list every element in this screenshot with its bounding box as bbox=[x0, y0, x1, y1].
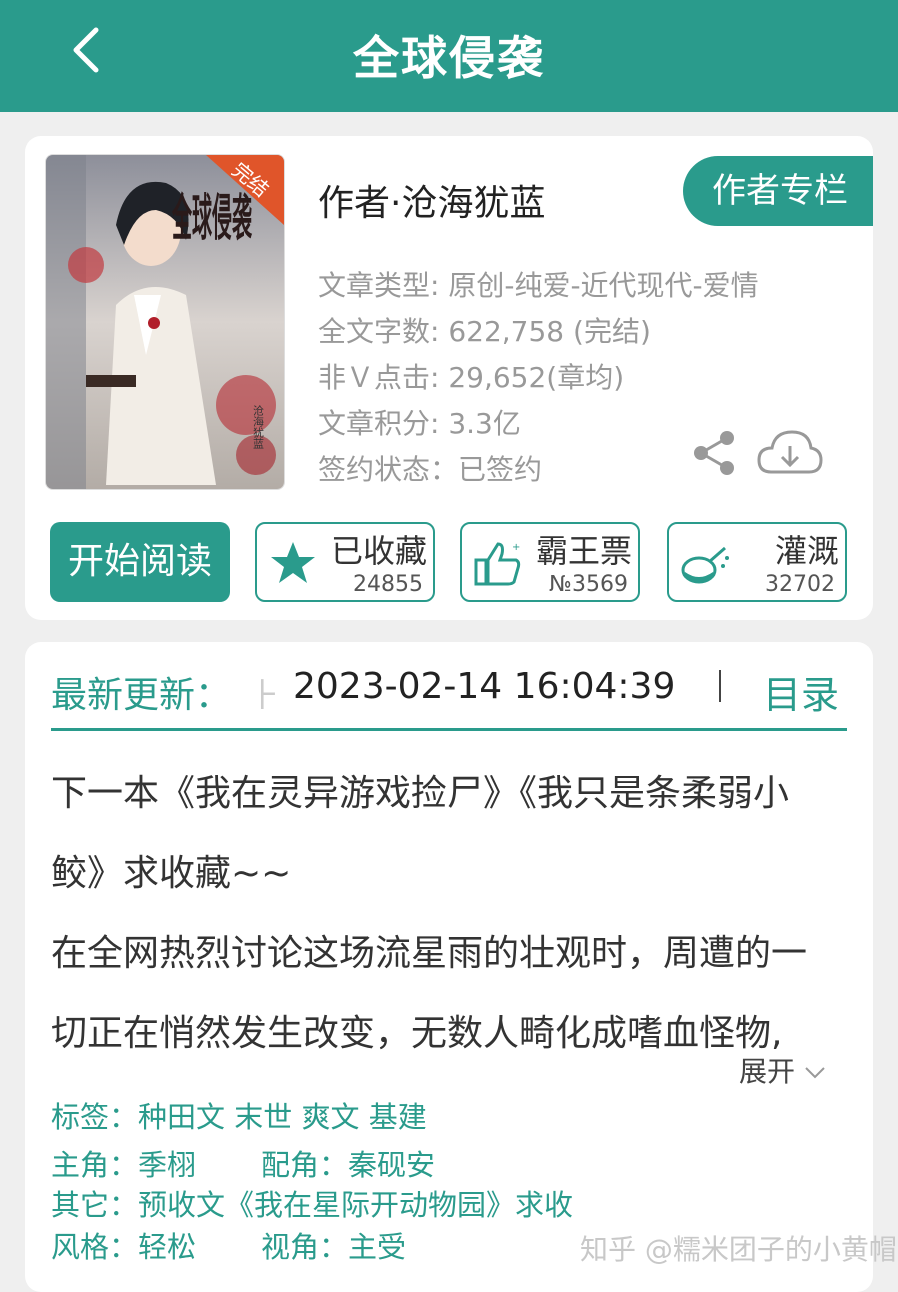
chevron-down-icon bbox=[805, 1067, 825, 1079]
style-row: 风格：轻松 bbox=[51, 1224, 196, 1266]
share-button[interactable] bbox=[689, 428, 739, 478]
water-label: 灌溉 bbox=[774, 532, 839, 570]
tag-item[interactable]: 基建 bbox=[369, 1100, 427, 1134]
thumbs-up-icon: + bbox=[474, 542, 520, 586]
collect-label: 已收藏 bbox=[330, 532, 427, 570]
divider-line bbox=[51, 728, 847, 731]
view-value: 主受 bbox=[348, 1230, 407, 1264]
meta-words: 全文字数: 622,758 (完结) bbox=[318, 315, 651, 348]
latest-chapter-fragment[interactable]: ⺊ bbox=[249, 670, 281, 716]
start-reading-button[interactable]: 开始阅读 bbox=[50, 522, 230, 602]
supporting-key: 配角： bbox=[261, 1148, 349, 1182]
description-card: 最新更新： ⺊ 2023-02-14 16:04:39 目录 下一本《我在灵异游… bbox=[25, 642, 873, 1292]
separator bbox=[719, 670, 721, 702]
book-cover[interactable]: 完结 全球侵袭 沧海犹蓝 bbox=[45, 154, 285, 490]
tags-row: 标签：种田文 末世 爽文 基建 bbox=[51, 1094, 427, 1136]
collect-button[interactable]: 已收藏 24855 bbox=[255, 522, 435, 602]
table-of-contents-button[interactable]: 目录 bbox=[763, 664, 839, 719]
description-line: 切正在悄然发生改变，无数人畸化成嗜血怪物, bbox=[51, 1013, 783, 1054]
author-column-button[interactable]: 作者专栏 bbox=[683, 156, 873, 226]
top-bar: 全球侵袭 bbox=[0, 0, 898, 112]
style-key: 风格： bbox=[51, 1230, 139, 1264]
water-count: 32702 bbox=[765, 572, 835, 597]
supporting-row: 配角：秦砚安 bbox=[261, 1142, 435, 1184]
description-line: 下一本《我在灵异游戏捡尸》《我只是条柔弱小 bbox=[51, 773, 790, 814]
star-icon bbox=[271, 542, 315, 583]
style-value: 轻松 bbox=[138, 1230, 197, 1264]
other-row: 其它：预收文《我在星际开动物园》求收 bbox=[51, 1182, 573, 1224]
cover-illustration: 完结 全球侵袭 沧海犹蓝 bbox=[46, 155, 284, 489]
protagonist-key: 主角： bbox=[51, 1148, 139, 1182]
view-key: 视角： bbox=[261, 1230, 349, 1264]
tag-item[interactable]: 爽文 bbox=[301, 1100, 359, 1134]
meta-clicks: 非Ｖ点击: 29,652(章均) bbox=[318, 361, 625, 394]
supporting-value: 秦砚安 bbox=[348, 1148, 436, 1182]
meta-sign: 签约状态：已签约 bbox=[318, 453, 543, 486]
expand-button[interactable]: 展开 bbox=[739, 1050, 826, 1090]
tag-item[interactable]: 末世 bbox=[234, 1100, 292, 1134]
description-line: 在全网热烈讨论这场流星雨的壮观时，周遭的一 bbox=[51, 933, 808, 974]
page-title: 全球侵袭 bbox=[353, 31, 545, 85]
book-info-card: 完结 全球侵袭 沧海犹蓝 作者·沧海犹蓝 作者专栏 文章类型: 原创-纯爱-近代… bbox=[25, 136, 873, 620]
other-key: 其它： bbox=[51, 1188, 139, 1222]
meta-score: 文章积分: 3.3亿 bbox=[318, 407, 521, 440]
author-name[interactable]: 作者·沧海犹蓝 bbox=[318, 174, 545, 226]
vote-button[interactable]: + 霸王票 №3569 bbox=[460, 522, 640, 602]
expand-label: 展开 bbox=[739, 1055, 796, 1088]
meta-type: 文章类型: 原创-纯爱-近代现代-爱情 bbox=[318, 269, 759, 302]
watering-can-icon bbox=[681, 546, 729, 584]
protagonist-row: 主角：季栩 bbox=[51, 1142, 196, 1184]
cover-author: 沧海犹蓝 bbox=[252, 404, 265, 449]
protagonist-value: 季栩 bbox=[138, 1148, 197, 1182]
water-button[interactable]: 灌溉 32702 bbox=[667, 522, 847, 602]
other-value: 预收文《我在星际开动物园》求收 bbox=[138, 1188, 574, 1222]
view-row: 视角：主受 bbox=[261, 1224, 406, 1266]
cover-title: 全球侵袭 bbox=[172, 188, 253, 247]
description-line: 鲛》求收藏~~ bbox=[51, 853, 292, 894]
collect-count: 24855 bbox=[353, 572, 423, 597]
vote-count: №3569 bbox=[549, 572, 628, 597]
tags-key: 标签： bbox=[51, 1100, 139, 1134]
latest-update-label: 最新更新： bbox=[51, 675, 232, 716]
latest-update-date: 2023-02-14 16:04:39 bbox=[293, 666, 676, 707]
svg-text:+: + bbox=[512, 542, 520, 553]
share-icon bbox=[694, 431, 734, 475]
watermark: 知乎 @糯米团子的小黄帽 bbox=[580, 1233, 897, 1266]
vote-label: 霸王票 bbox=[535, 532, 632, 570]
tag-item[interactable]: 种田文 bbox=[138, 1100, 225, 1134]
cloud-download-icon bbox=[757, 430, 823, 474]
download-button[interactable] bbox=[755, 428, 825, 478]
